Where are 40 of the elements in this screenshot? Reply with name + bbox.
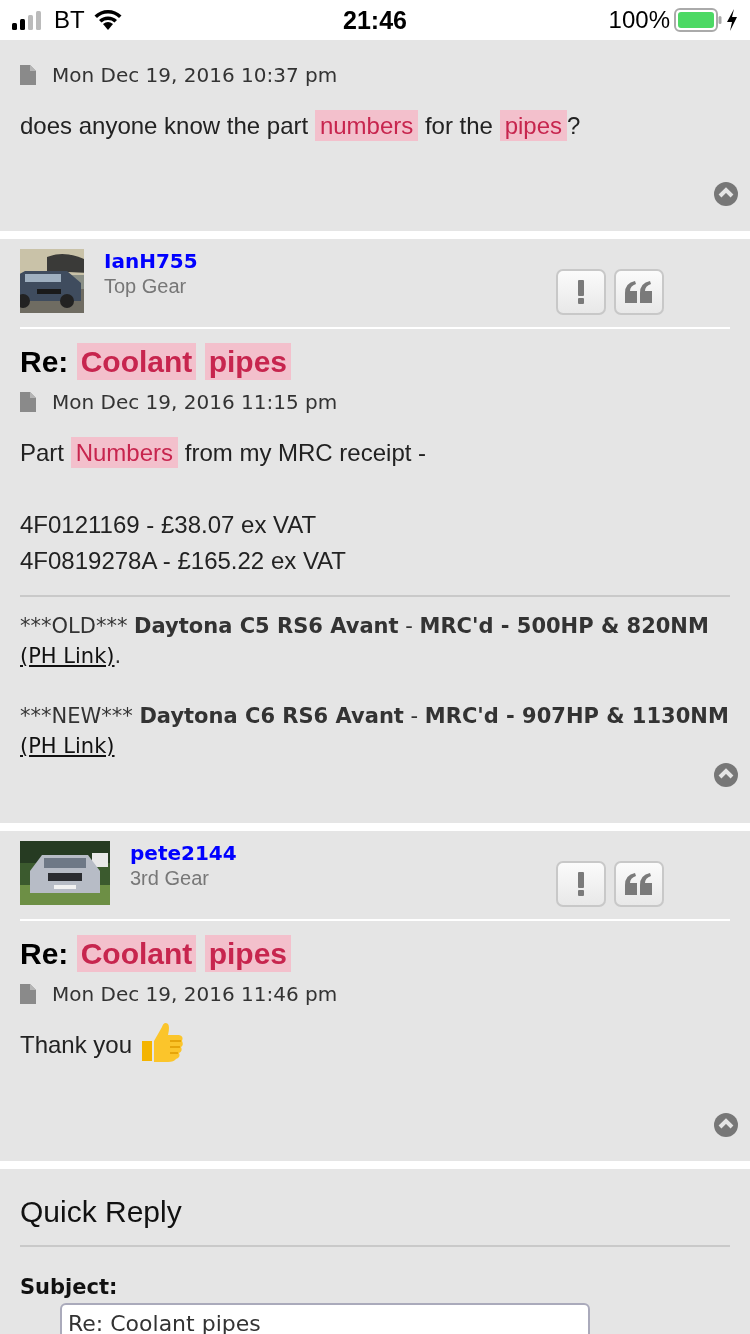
carrier-name: BT	[54, 6, 85, 34]
post-date: Mon Dec 19, 2016 10:37 pm	[52, 63, 338, 87]
exclamation-icon	[577, 872, 585, 896]
back-to-top-icon[interactable]	[714, 763, 738, 787]
report-button[interactable]	[556, 861, 606, 907]
post-text: does anyone know the part numbers for the pipes ?	[20, 109, 581, 143]
quote-icon	[625, 281, 653, 303]
post-text: 4F0121169 - £38.07 ex VAT	[20, 510, 317, 540]
post-text: Thank you	[20, 1030, 133, 1060]
report-button[interactable]	[556, 269, 606, 315]
quote-button[interactable]	[614, 861, 664, 907]
username-link[interactable]: pete2144	[130, 841, 237, 865]
document-icon	[20, 65, 36, 85]
signature-text: ***NEW*** Daytona C6 RS6 Avant - MRC'd - 907HP & 1130NM (PH Link)	[20, 703, 730, 760]
document-icon	[20, 392, 36, 412]
subject-label: Subject:	[20, 1275, 119, 1299]
post-text: 4F0819278A - £165.22 ex VAT	[20, 546, 346, 576]
username-link[interactable]: IanH755	[104, 249, 198, 273]
ph-link[interactable]: (PH Link)	[20, 644, 115, 668]
back-to-top-icon[interactable]	[714, 182, 738, 206]
signature-text: ***OLD*** Daytona C5 RS6 Avant - MRC'd - 500HP & 820NM (PH Link).	[20, 613, 710, 670]
document-icon	[20, 984, 36, 1004]
back-to-top-icon[interactable]	[714, 1113, 738, 1137]
battery-icon	[674, 8, 722, 32]
user-rank: Top Gear	[104, 274, 188, 299]
post-text: Part Numbers from my MRC receipt -	[20, 436, 427, 470]
wifi-icon	[92, 9, 123, 31]
battery-percent: 100%	[608, 6, 670, 34]
quote-button[interactable]	[614, 269, 664, 315]
thumbs-up-icon	[140, 1021, 185, 1063]
ph-link[interactable]: (PH Link)	[20, 734, 115, 758]
post-title: Re: Coolant pipes	[20, 931, 730, 977]
quote-icon	[625, 873, 653, 895]
post-date: Mon Dec 19, 2016 11:15 pm	[52, 390, 338, 414]
clock-time: 21:46	[343, 5, 407, 35]
post-title: Re: Coolant pipes	[20, 339, 730, 385]
user-rank: 3rd Gear	[130, 866, 210, 891]
exclamation-icon	[577, 280, 585, 304]
post-date: Mon Dec 19, 2016 11:46 pm	[52, 982, 338, 1006]
quick-reply-heading: Quick Reply	[20, 1195, 183, 1229]
